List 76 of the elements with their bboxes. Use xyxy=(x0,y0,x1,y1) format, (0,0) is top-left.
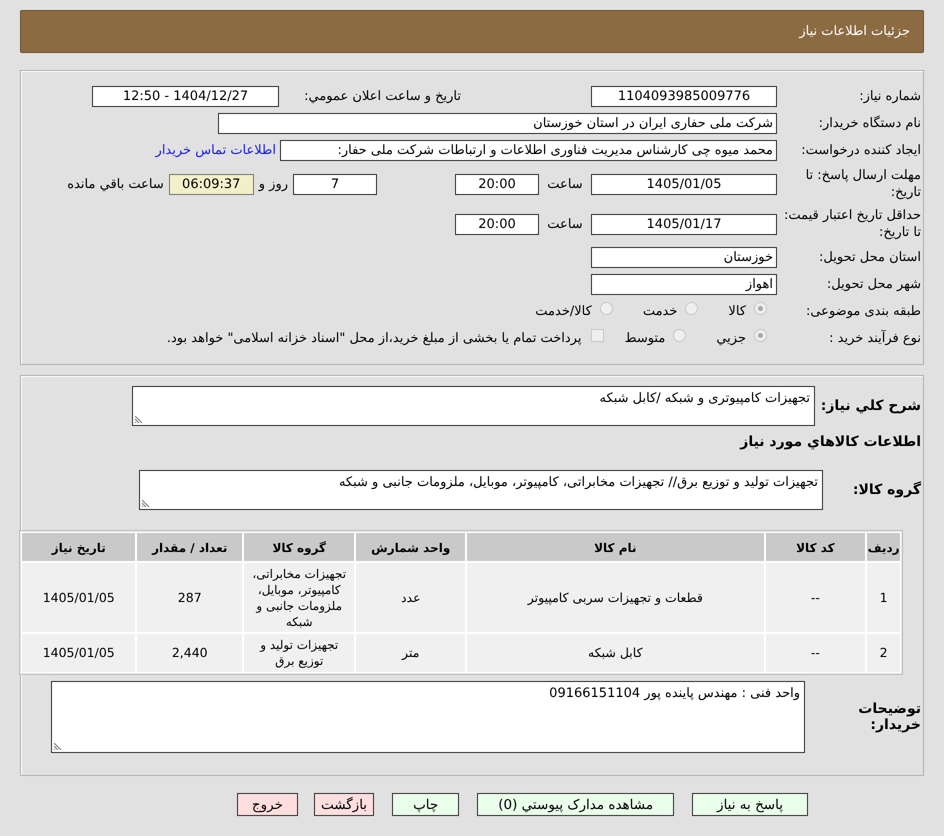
field-label: استان محل تحویل: xyxy=(818,250,922,265)
radio-label: خدمت xyxy=(642,304,678,319)
field-label: حداقل تاریخ اعتبار قیمت: تا تاریخ: xyxy=(782,207,922,241)
column-header: نام کالا xyxy=(466,532,765,562)
field-label: نام دستگاه خریدار: xyxy=(818,116,922,131)
radio-label: کالا/خدمت xyxy=(535,304,592,319)
table-cell: 1405/01/05 xyxy=(20,562,136,633)
province-field: خوزستان xyxy=(591,247,777,268)
checkbox-label: پرداخت تمام یا بخشی از مبلغ خرید،از محل "اسناد خزانه اسلامی" خواهد بود. xyxy=(166,331,582,346)
field-label: طبقه بندی موضوعی: xyxy=(804,304,922,319)
time-label: ساعت xyxy=(546,216,584,232)
field-label: توضیحات خریدار: xyxy=(857,701,922,733)
buyer-field: شرکت ملی حفاری ایران در استان خوزستان xyxy=(218,113,777,134)
table-cell: عدد xyxy=(355,562,466,633)
table-cell: 1405/01/05 xyxy=(20,633,136,673)
column-header: گروه کالا xyxy=(243,532,356,562)
table-cell: -- xyxy=(764,633,866,673)
days-label: روز و xyxy=(258,176,288,192)
validity-time-field: 20:00 xyxy=(455,214,539,234)
column-header: واحد شمارش xyxy=(355,532,466,562)
column-header: تعداد / مقدار xyxy=(136,532,243,562)
field-label: نوع فرآیند خرید : xyxy=(828,331,922,346)
form-button[interactable]: بازگشت xyxy=(314,793,374,816)
table-cell: 1 xyxy=(866,562,901,633)
remaining-label: ساعت باقي مانده xyxy=(67,176,164,192)
table-cell: تجهیزات مخابراتی، کامپیوتر، موبایل، ملزومات جانبی و شبکه xyxy=(242,562,356,633)
radio-button[interactable] xyxy=(754,329,767,342)
checkbox[interactable] xyxy=(591,329,604,342)
form-button[interactable]: چاپ xyxy=(392,793,460,816)
radio-label: کالا xyxy=(728,304,746,319)
radio-button[interactable] xyxy=(600,302,613,315)
buyer-contact-link[interactable]: اطلاعات تماس خریدار xyxy=(156,143,276,158)
description-field: تجهیزات کامپیوتری و شبکه /کابل شبکه xyxy=(132,386,815,426)
deadline-time-field: 20:00 xyxy=(455,174,539,194)
notes-field: واحد فنی : مهندس پاینده پور 09166151104 xyxy=(51,681,805,753)
city-field: اهواز xyxy=(591,274,777,295)
time-label: ساعت xyxy=(546,176,584,192)
field-label: شماره نیاز: xyxy=(858,89,922,104)
form-button[interactable]: مشاهده مدارک پیوستي (0) xyxy=(477,793,674,816)
table-cell: تجهیزات تولید و توزیع برق xyxy=(242,633,356,673)
column-header: کد کالا xyxy=(764,532,866,562)
resize-grip-icon[interactable] xyxy=(142,499,150,507)
resize-grip-icon[interactable] xyxy=(54,742,62,750)
radio-label: جزيي xyxy=(716,331,746,346)
resize-grip-icon[interactable] xyxy=(135,415,143,423)
section-heading: اطلاعات کالاهاي مورد نیاز xyxy=(738,434,921,452)
radio-label: متوسط xyxy=(624,331,666,346)
radio-button[interactable] xyxy=(685,302,698,315)
need-number-field: 1104093985009776 xyxy=(591,86,777,107)
table-cell: قطعات و تجهیزات سربی کامپیوتر xyxy=(466,562,765,633)
field-label: تاریخ و ساعت اعلان عمومي: xyxy=(303,89,461,104)
announce-date-field: 1404/12/27 - 12:50 xyxy=(92,86,279,107)
field-label: ایجاد کننده درخواست: xyxy=(800,143,922,158)
table-cell: -- xyxy=(764,562,866,633)
table-cell: کابل شبکه xyxy=(466,633,765,673)
table-cell: 2,440 xyxy=(136,633,243,673)
validity-date-field: 1405/01/17 xyxy=(591,214,777,234)
column-header: تاریخ نیاز xyxy=(21,532,136,562)
page-title: جزئیات اطلاعات نیاز xyxy=(799,24,910,39)
form-button[interactable]: خروج xyxy=(236,793,298,816)
field-label: گروه کالا: xyxy=(852,482,922,498)
form-button[interactable]: پاسخ به نیاز xyxy=(692,793,808,816)
creator-field: محمد میوه چی کارشناس مدیریت فناوری اطلاعات و ارتباطات شرکت ملی حفار: xyxy=(280,140,777,161)
table-cell: متر xyxy=(355,633,466,673)
column-header: ردیف xyxy=(866,532,901,562)
radio-button[interactable] xyxy=(673,329,686,342)
goods-group-field: تجهیزات تولید و توزیع برق// تجهیزات مخابراتی، کامپیوتر، موبایل، ملزومات جانبی و شبکه xyxy=(139,470,823,510)
field-label: شهر محل تحویل: xyxy=(826,277,922,292)
field-label: شرح کلي نیاز: xyxy=(820,398,922,414)
remaining-time-field: 06:09:37 xyxy=(168,174,254,194)
table-cell: 2 xyxy=(866,633,901,673)
days-field: 7 xyxy=(293,174,377,194)
field-label: مهلت ارسال پاسخ: تا تاریخ: xyxy=(804,167,922,201)
table-cell: 287 xyxy=(136,562,243,633)
radio-button[interactable] xyxy=(754,302,767,315)
deadline-date-field: 1405/01/05 xyxy=(591,174,777,194)
